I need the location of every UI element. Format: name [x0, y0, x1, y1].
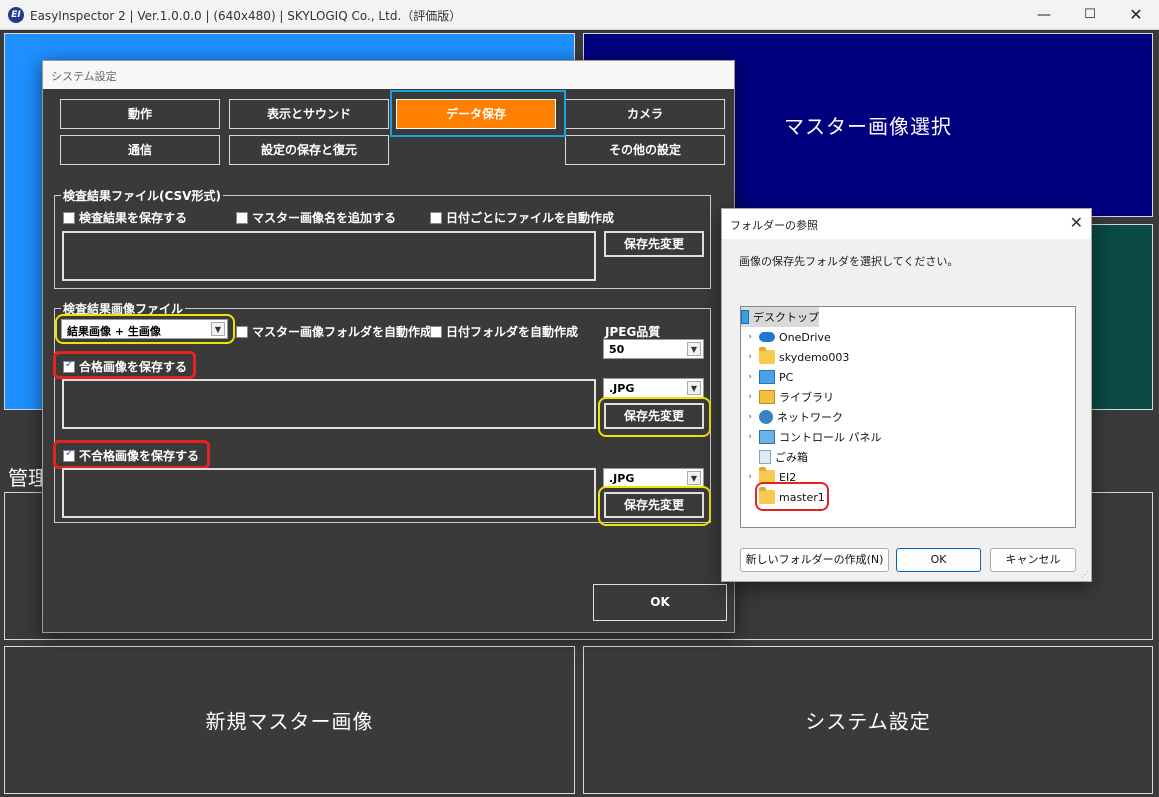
tree-item-label: コントロール パネル [779, 431, 882, 444]
save-result-label: 検査結果を保存する [79, 211, 188, 225]
auto-master-folder-checkbox[interactable]: マスター画像フォルダを自動作成 [236, 323, 432, 340]
checkbox-icon [430, 325, 442, 338]
tree-item-desktop[interactable]: デスクトップ [741, 307, 819, 327]
fail-format-select[interactable]: .JPG ▼ [603, 468, 704, 488]
pass-format-value: .JPG [609, 382, 635, 395]
secondary-tile[interactable] [1083, 224, 1153, 410]
master1-highlight [755, 482, 829, 511]
chevron-right-icon: › [748, 352, 752, 362]
tree-item-network[interactable]: › ネットワーク [745, 407, 843, 427]
new-master-tile[interactable]: 新規マスター画像 [4, 646, 575, 794]
daily-file-checkbox[interactable]: 日付ごとにファイルを自動作成 [430, 209, 614, 226]
folder-browse-dialog: フォルダーの参照 ✕ 画像の保存先フォルダを選択してください。 デスクトップ ›… [721, 208, 1092, 582]
new-master-label: 新規マスター画像 [205, 709, 374, 734]
jpeg-quality-label: JPEG品質 [605, 325, 661, 339]
tree-item-label: ごみ箱 [775, 451, 808, 464]
system-settings-label: システム設定 [805, 709, 931, 734]
checkbox-icon [236, 325, 248, 338]
chevron-right-icon: › [748, 472, 752, 482]
library-icon [759, 390, 775, 404]
tree-item-recycle-bin[interactable]: ごみ箱 [745, 447, 808, 467]
system-ok-button[interactable]: OK [593, 584, 727, 621]
fail-format-value: .JPG [609, 472, 635, 485]
tab-other-settings[interactable]: その他の設定 [565, 135, 725, 165]
csv-group-title: 検査結果ファイル(CSV形式) [61, 187, 223, 204]
minimize-button[interactable]: — [1021, 0, 1067, 30]
add-master-name-checkbox[interactable]: マスター画像名を追加する [236, 209, 396, 226]
pass-format-select[interactable]: .JPG ▼ [603, 378, 704, 398]
folder-dialog-message: 画像の保存先フォルダを選択してください。 [739, 255, 959, 268]
save-fail-highlight [53, 440, 210, 469]
system-settings-dialog: システム設定 動作 表示とサウンド データ保存 カメラ 通信 設定の保存と復元 … [42, 60, 735, 633]
jpeg-quality-select[interactable]: 50 ▼ [603, 339, 704, 359]
recycle-bin-icon [759, 450, 771, 464]
tree-item-label: skydemo003 [779, 350, 850, 364]
folder-tree[interactable]: デスクトップ › OneDrive › skydemo003 › PC › ライ… [740, 306, 1076, 528]
csv-change-path-button[interactable]: 保存先変更 [604, 231, 704, 257]
new-folder-button[interactable]: 新しいフォルダーの作成(N) [740, 548, 889, 572]
tree-item-label: ライブラリ [779, 391, 834, 404]
folder-dialog-titlebar[interactable]: フォルダーの参照 ✕ [722, 209, 1091, 239]
title-bar: EI EasyInspector 2 | Ver.1.0.0.0 | (640x… [0, 0, 1159, 30]
chevron-down-icon: ▼ [687, 471, 701, 485]
image-type-highlight [55, 314, 235, 344]
system-dialog-titlebar[interactable]: システム設定 [43, 61, 734, 89]
folder-ok-button[interactable]: OK [896, 548, 981, 572]
maximize-button[interactable]: ☐ [1067, 0, 1113, 30]
fail-path-field[interactable] [62, 468, 596, 518]
chevron-down-icon: ▼ [687, 342, 701, 356]
chevron-right-icon: › [748, 412, 752, 422]
tree-item-label: PC [779, 370, 794, 384]
tree-item-pc[interactable]: › PC [745, 367, 793, 387]
tree-item-skydemo003[interactable]: › skydemo003 [745, 347, 849, 367]
chevron-right-icon: › [748, 332, 752, 342]
chevron-right-icon: › [748, 432, 752, 442]
jpeg-quality-value: 50 [609, 343, 625, 356]
tab-camera[interactable]: カメラ [565, 99, 725, 129]
tab-save-restore[interactable]: 設定の保存と復元 [229, 135, 389, 165]
tab-communication[interactable]: 通信 [60, 135, 220, 165]
system-settings-tile[interactable]: システム設定 [583, 646, 1153, 794]
app-logo-icon: EI [8, 7, 24, 23]
folder-icon [759, 347, 775, 364]
chevron-down-icon: ▼ [687, 381, 701, 395]
control-panel-icon [759, 430, 775, 444]
chevron-right-icon: › [748, 392, 752, 402]
close-icon[interactable]: ✕ [1070, 213, 1083, 232]
tab-operation[interactable]: 動作 [60, 99, 220, 129]
daily-file-label: 日付ごとにファイルを自動作成 [446, 211, 615, 225]
auto-date-folder-checkbox[interactable]: 日付フォルダを自動作成 [430, 323, 578, 340]
network-icon [759, 410, 773, 424]
checkbox-icon [430, 211, 442, 224]
folder-cancel-button[interactable]: キャンセル [990, 548, 1076, 572]
system-dialog-title: システム設定 [51, 70, 117, 83]
pass-change-highlight [598, 397, 711, 437]
save-pass-highlight [53, 351, 196, 379]
save-result-checkbox[interactable]: 検査結果を保存する [63, 209, 187, 226]
auto-date-folder-label: 日付フォルダを自動作成 [446, 325, 579, 339]
desktop-icon [741, 310, 749, 324]
resize-grip-icon[interactable]: ⋰ [1081, 570, 1089, 579]
tab-display-sound[interactable]: 表示とサウンド [229, 99, 389, 129]
tree-item-label: ネットワーク [777, 411, 843, 424]
add-master-name-label: マスター画像名を追加する [252, 211, 397, 225]
close-button[interactable]: ✕ [1113, 0, 1159, 30]
tree-item-library[interactable]: › ライブラリ [745, 387, 834, 407]
tree-item-onedrive[interactable]: › OneDrive [745, 327, 831, 347]
pass-path-field[interactable] [62, 379, 596, 429]
auto-master-folder-label: マスター画像フォルダを自動作成 [252, 325, 433, 339]
tree-item-label: OneDrive [779, 330, 831, 344]
checkbox-icon [63, 211, 75, 224]
csv-path-field[interactable] [62, 231, 596, 281]
window-title: EasyInspector 2 | Ver.1.0.0.0 | (640x480… [30, 9, 462, 23]
chevron-right-icon: › [748, 372, 752, 382]
tree-item-control-panel[interactable]: › コントロール パネル [745, 427, 882, 447]
active-tab-highlight [390, 90, 566, 137]
pc-icon [759, 370, 775, 384]
checkbox-icon [236, 211, 248, 224]
folder-dialog-title: フォルダーの参照 [730, 219, 818, 232]
fail-change-highlight [598, 486, 711, 526]
tree-item-label: デスクトップ [753, 311, 819, 324]
cloud-icon [759, 332, 775, 342]
